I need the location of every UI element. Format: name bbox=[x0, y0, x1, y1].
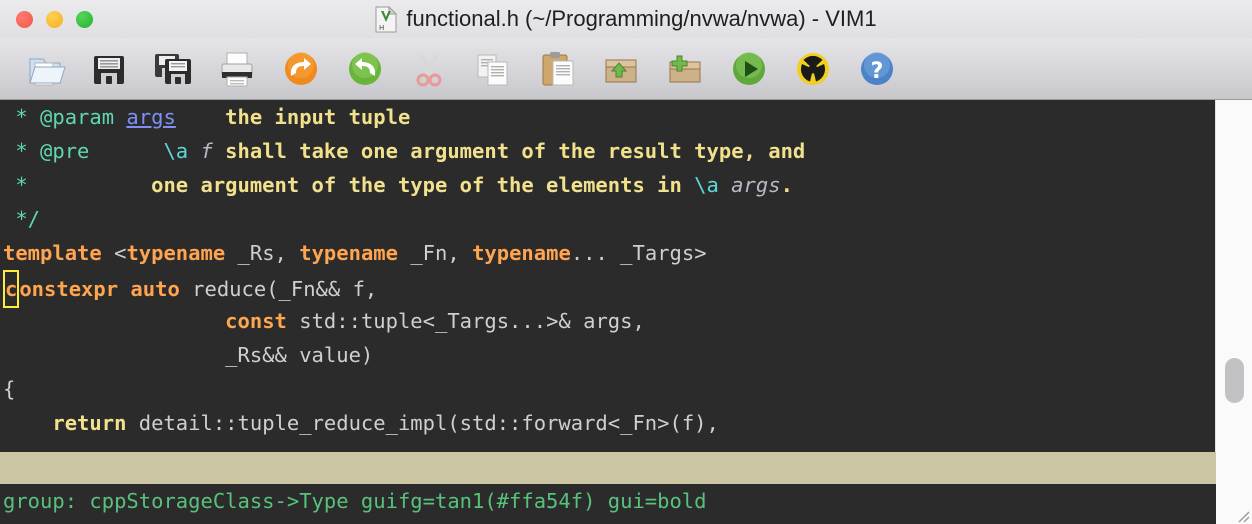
vertical-scrollbar[interactable] bbox=[1215, 100, 1252, 524]
undo-arrow-icon[interactable] bbox=[269, 42, 333, 96]
box-plus-icon[interactable] bbox=[653, 42, 717, 96]
gvim-window: H functional.h (~/Programming/nvwa/nvwa)… bbox=[0, 0, 1252, 524]
play-run-icon[interactable] bbox=[717, 42, 781, 96]
scrollbar-thumb[interactable] bbox=[1225, 358, 1244, 403]
line-return: return detail::tuple_reduce_impl(std::fo… bbox=[0, 406, 805, 440]
printer-icon[interactable] bbox=[205, 42, 269, 96]
open-folder-icon[interactable] bbox=[13, 42, 77, 96]
code-token: * bbox=[3, 173, 126, 197]
code-token: std::tuple<_Targs...>& args, bbox=[287, 309, 645, 333]
code-token: f bbox=[188, 139, 225, 163]
code-token: onstexpr auto bbox=[19, 277, 179, 301]
radioactive-icon[interactable] bbox=[781, 42, 845, 96]
line-rs-value: _Rs&& value) bbox=[0, 338, 805, 372]
line-constexpr: constexpr auto reduce(_Fn&& f, bbox=[0, 270, 805, 304]
box-up-arrow-icon[interactable] bbox=[589, 42, 653, 96]
help-question-icon[interactable]: ? bbox=[845, 42, 909, 96]
scissors-cut-icon[interactable] bbox=[397, 42, 461, 96]
traffic-lights bbox=[16, 11, 93, 28]
code-token: */ bbox=[3, 207, 40, 231]
close-button-icon[interactable] bbox=[16, 11, 33, 28]
code-token: typename bbox=[299, 241, 398, 265]
code-token: * @param bbox=[3, 105, 126, 129]
code-token: \a bbox=[694, 173, 719, 197]
code-token: < bbox=[102, 241, 127, 265]
status-line: ~/Programming/nvwa/nvwa/functional.h [Gi… bbox=[0, 452, 1216, 484]
code-token: \a bbox=[163, 139, 188, 163]
text-cursor: c bbox=[3, 270, 19, 308]
line-open-brace: { bbox=[0, 372, 805, 406]
code-token: one argument of the type of the elements… bbox=[126, 173, 694, 197]
clipboard-paste-icon[interactable] bbox=[525, 42, 589, 96]
code-token: _Rs, bbox=[225, 241, 299, 265]
command-line[interactable]: group: cppStorageClass->Type guifg=tan1(… bbox=[0, 484, 1216, 524]
line-const-args: const std::tuple<_Targs...>& args, bbox=[0, 304, 805, 338]
code-token: * @pre bbox=[3, 139, 163, 163]
code-token: return bbox=[52, 411, 126, 435]
minimize-button-icon[interactable] bbox=[46, 11, 63, 28]
svg-text:H: H bbox=[379, 24, 384, 32]
line-template: template <typename _Rs, typename _Fn, ty… bbox=[0, 236, 805, 270]
copy-pages-icon[interactable] bbox=[461, 42, 525, 96]
line-param-args: * @param args the input tuple bbox=[0, 100, 805, 134]
title-center: H functional.h (~/Programming/nvwa/nvwa)… bbox=[0, 0, 1252, 38]
code-token: _Fn, bbox=[398, 241, 472, 265]
code-token: _Rs&& value) bbox=[3, 343, 373, 367]
save-all-floppy-icon[interactable] bbox=[141, 42, 205, 96]
window-title: functional.h (~/Programming/nvwa/nvwa) -… bbox=[406, 6, 876, 32]
code-token: template bbox=[3, 241, 102, 265]
code-token bbox=[3, 411, 52, 435]
code-lines: * @param args the input tuple * @pre \a … bbox=[0, 100, 805, 440]
code-token: args bbox=[719, 173, 781, 197]
code-token: the input tuple bbox=[176, 105, 411, 129]
redo-arrow-icon[interactable] bbox=[333, 42, 397, 96]
code-token: typename bbox=[126, 241, 225, 265]
code-token: detail::tuple_reduce_impl(std::forward<_… bbox=[126, 411, 718, 435]
title-bar: H functional.h (~/Programming/nvwa/nvwa)… bbox=[0, 0, 1252, 39]
code-token bbox=[3, 309, 225, 333]
vim-header-file-icon: H bbox=[375, 6, 397, 33]
code-token: const bbox=[225, 309, 287, 333]
code-token: { bbox=[3, 377, 15, 401]
code-token: ... _Targs> bbox=[571, 241, 707, 265]
code-token: args bbox=[126, 105, 175, 129]
svg-text:?: ? bbox=[871, 59, 884, 84]
save-floppy-icon[interactable] bbox=[77, 42, 141, 96]
code-token: reduce(_Fn&& f, bbox=[180, 277, 377, 301]
line-comment-end: */ bbox=[0, 202, 805, 236]
editor-text-area[interactable]: * @param args the input tuple * @pre \a … bbox=[0, 100, 1216, 452]
line-pre-cont: * one argument of the type of the elemen… bbox=[0, 168, 805, 202]
toolbar: ? bbox=[0, 38, 1252, 100]
code-token: typename bbox=[472, 241, 571, 265]
resize-grip-icon[interactable] bbox=[1234, 507, 1250, 523]
code-token: shall take one argument of the result ty… bbox=[225, 139, 805, 163]
code-token: . bbox=[781, 173, 793, 197]
line-pre: * @pre \a f shall take one argument of t… bbox=[0, 134, 805, 168]
zoom-button-icon[interactable] bbox=[76, 11, 93, 28]
